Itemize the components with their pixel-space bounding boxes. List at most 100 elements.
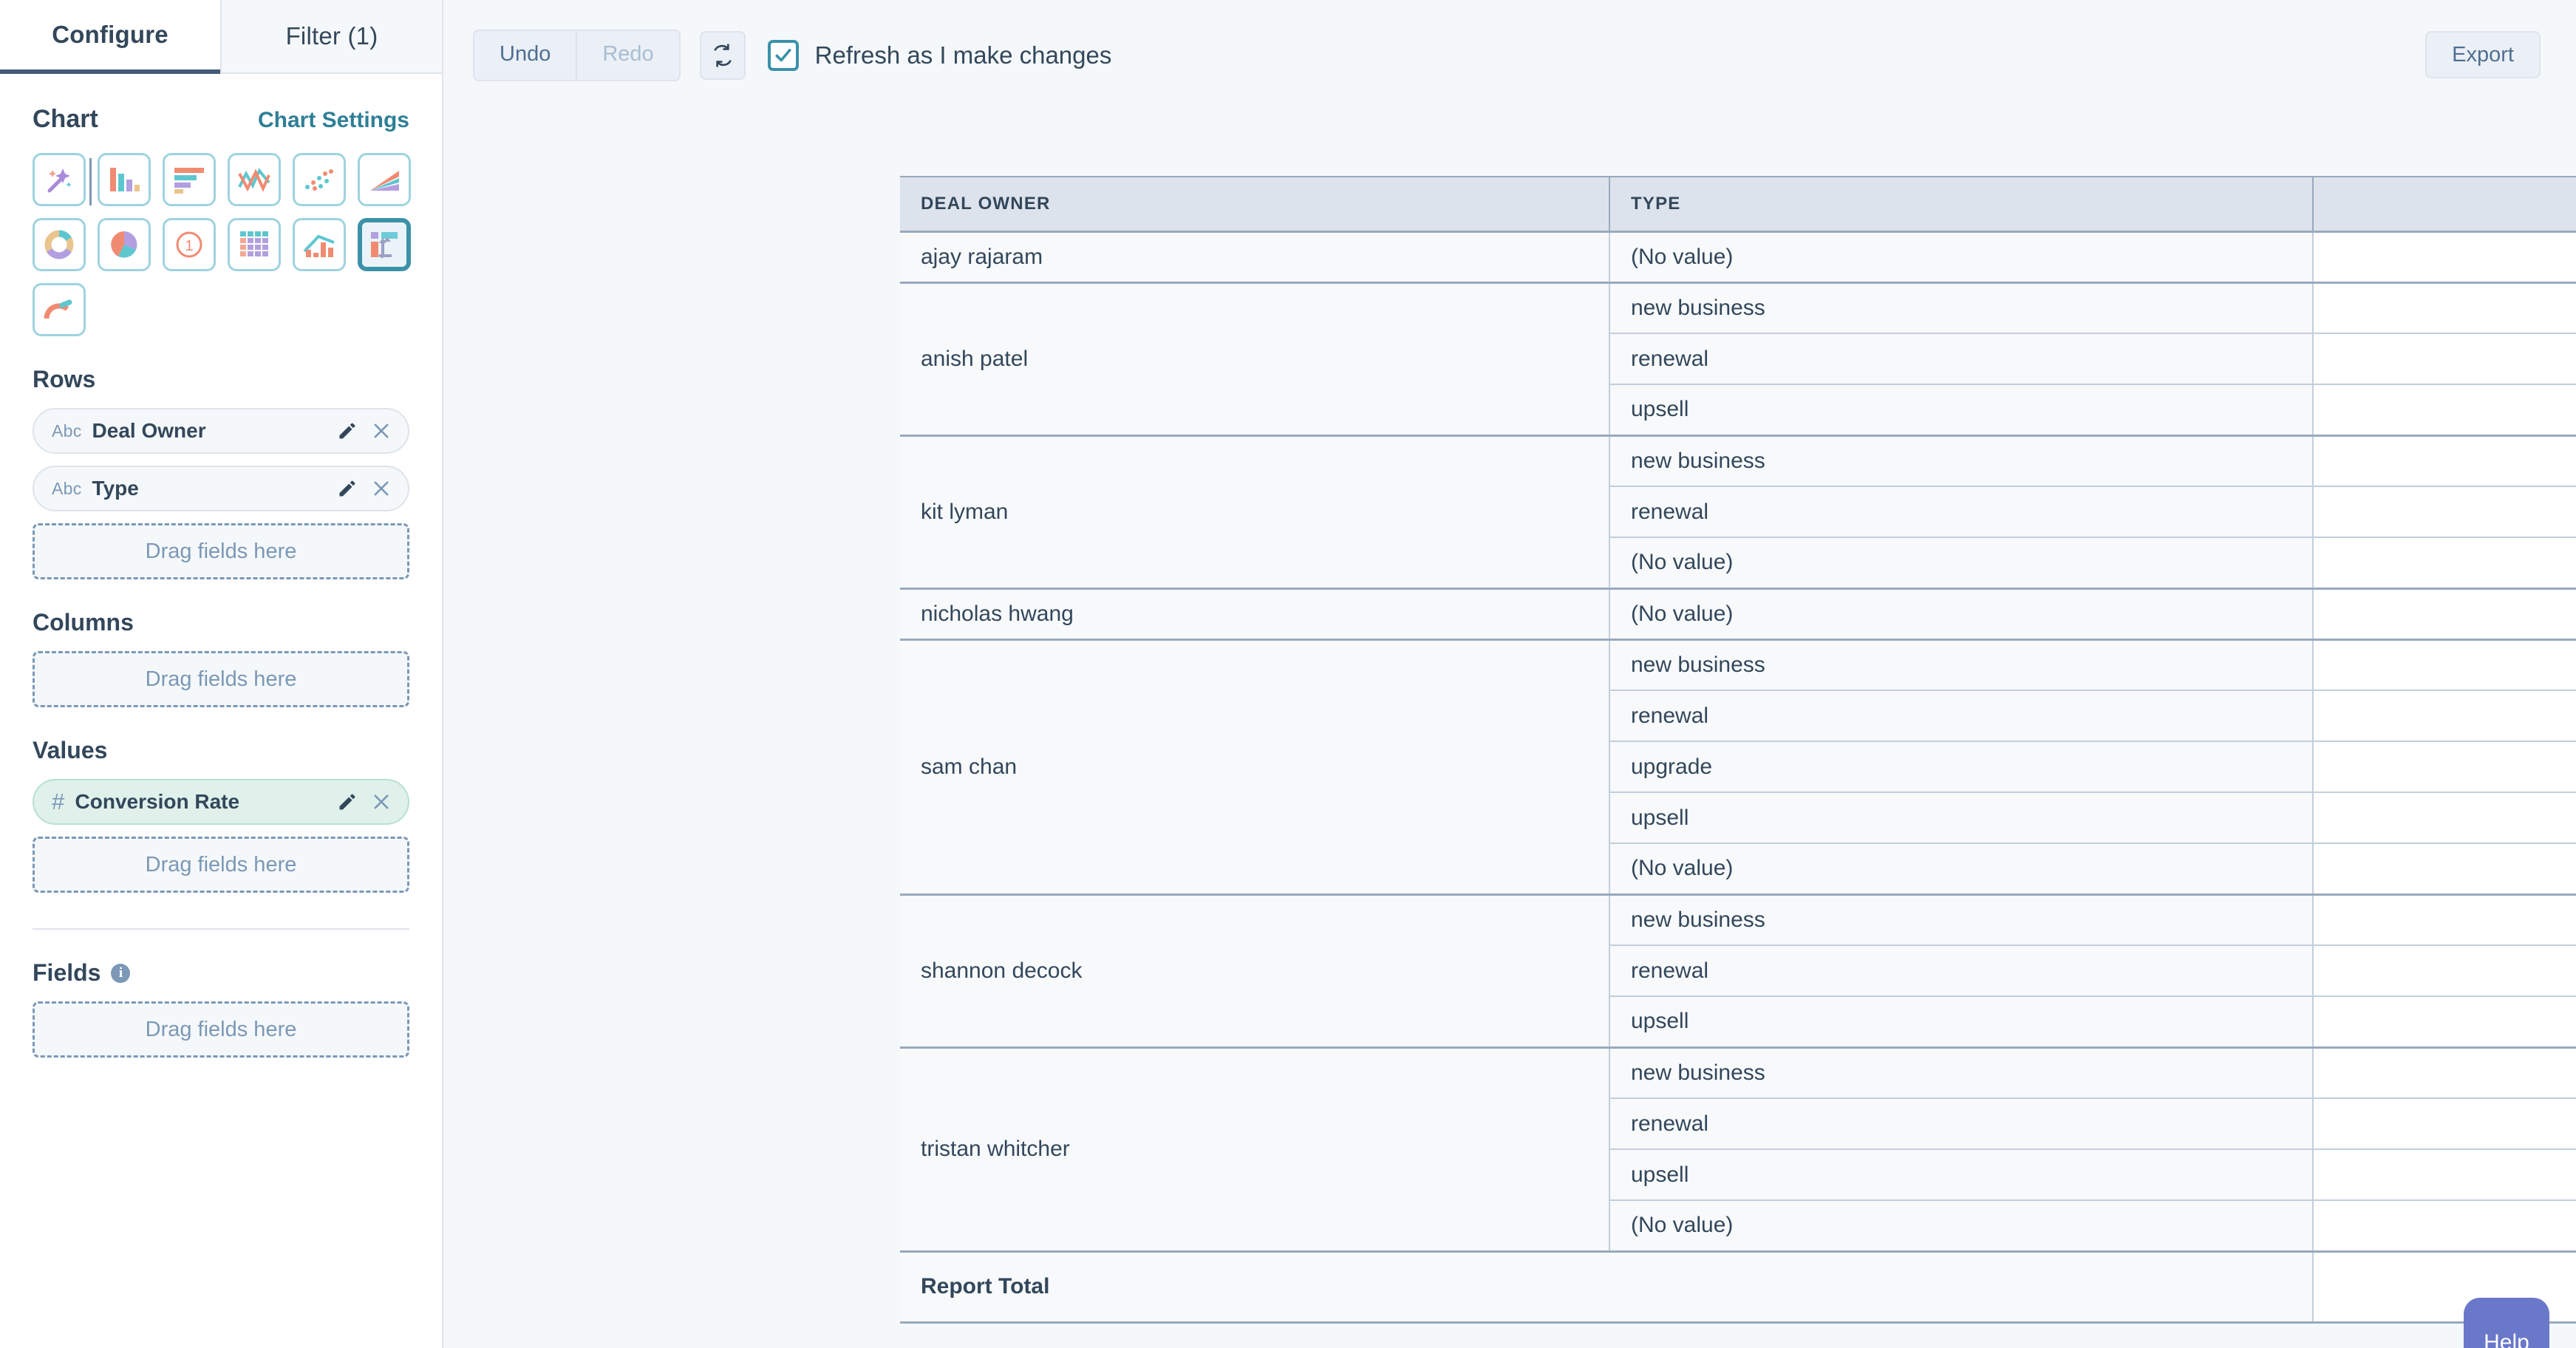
- report-builder-app: Configure Filter (1) Chart Chart Setting…: [0, 0, 2576, 1348]
- remove-icon[interactable]: [371, 792, 392, 812]
- column-header-deal-owner[interactable]: DEAL OWNER: [900, 176, 1610, 232]
- edit-icon[interactable]: [337, 421, 358, 441]
- cell-type: (No value): [1609, 1200, 2314, 1252]
- cell-conversion-rate: 0%: [2313, 434, 2576, 487]
- cell-deal-owner: tristan whitcher: [900, 1046, 1610, 1252]
- table-row[interactable]: sam channew business26%: [900, 638, 2576, 895]
- magic-wand-icon[interactable]: [33, 153, 92, 206]
- cell-conversion-rate: 17%: [2313, 384, 2576, 436]
- cell-type: renewal: [1609, 486, 2314, 538]
- scatter-chart-icon[interactable]: [293, 153, 346, 206]
- cell-conversion-rate: 0%: [2313, 587, 2576, 640]
- configure-panel: Chart Chart Settings 1 Rows Abc Deal Own…: [0, 74, 442, 1058]
- values-chip-conversion-rate[interactable]: # Conversion Rate: [33, 779, 409, 825]
- cell-conversion-rate: 0%: [2313, 945, 2576, 997]
- cell-conversion-rate: 0%: [2313, 1200, 2576, 1252]
- cell-conversion-rate: 0%: [2313, 893, 2576, 946]
- help-button[interactable]: Help: [2464, 1298, 2549, 1348]
- area-chart-icon[interactable]: [358, 153, 411, 206]
- refresh-on-change-label: Refresh as I make changes: [814, 41, 1112, 69]
- vertical-bar-chart-icon[interactable]: [98, 153, 151, 206]
- info-icon[interactable]: i: [111, 963, 131, 983]
- configure-sidebar: Configure Filter (1) Chart Chart Setting…: [0, 0, 443, 1348]
- field-type-label: #: [52, 789, 65, 814]
- single-value-icon[interactable]: 1: [163, 218, 216, 271]
- cell-type: upsell: [1609, 1149, 2314, 1201]
- columns-dropzone-label: Drag fields here: [145, 667, 297, 691]
- cell-conversion-rate: 14%: [2313, 333, 2576, 385]
- gauge-chart-icon[interactable]: [33, 283, 86, 336]
- pivot-table: DEAL OWNER TYPE CONVERSION RATE ajay raj…: [900, 176, 2576, 1324]
- cell-type: renewal: [1609, 690, 2314, 742]
- table-row[interactable]: kit lymannew business0%: [900, 434, 2576, 589]
- tab-configure[interactable]: Configure: [0, 0, 220, 74]
- cell-type: renewal: [1609, 333, 2314, 385]
- field-name-label: Type: [92, 477, 139, 500]
- column-header-conversion-rate[interactable]: CONVERSION RATE: [2313, 176, 2576, 232]
- section-divider: [33, 928, 409, 930]
- rows-chip-type[interactable]: Abc Type: [33, 466, 409, 511]
- table-row[interactable]: anish patelnew business37%: [900, 281, 2576, 436]
- horizontal-bar-chart-icon[interactable]: [163, 153, 216, 206]
- checkbox-icon[interactable]: [767, 40, 799, 71]
- undo-redo-group: Undo Redo: [473, 30, 681, 81]
- cell-conversion-rate: 26%: [2313, 638, 2576, 691]
- values-dropzone[interactable]: Drag fields here: [33, 837, 409, 893]
- column-header-type[interactable]: TYPE: [1609, 176, 2314, 232]
- edit-icon[interactable]: [337, 792, 358, 812]
- rows-section-title: Rows: [33, 366, 96, 392]
- pivot-table-icon[interactable]: [358, 218, 411, 271]
- donut-chart-icon[interactable]: [33, 218, 86, 271]
- undo-button[interactable]: Undo: [474, 31, 576, 80]
- cell-type: (No value): [1609, 537, 2314, 589]
- cell-type: new business: [1609, 638, 2314, 691]
- svg-text:1: 1: [185, 238, 193, 254]
- pie-chart-icon[interactable]: [98, 218, 151, 271]
- fields-dropzone[interactable]: Drag fields here: [33, 1001, 409, 1058]
- values-section-title: Values: [33, 737, 108, 763]
- table-row[interactable]: nicholas hwang(No value)0%: [900, 587, 2576, 640]
- refresh-icon[interactable]: [699, 31, 746, 80]
- chart-settings-link[interactable]: Chart Settings: [258, 108, 409, 133]
- columns-section-title: Columns: [33, 609, 134, 636]
- cell-type: renewal: [1609, 945, 2314, 997]
- rows-chip-deal-owner[interactable]: Abc Deal Owner: [33, 408, 409, 454]
- table-row[interactable]: shannon decocknew business0%: [900, 893, 2576, 1048]
- combo-chart-icon[interactable]: [293, 218, 346, 271]
- fields-section-header: Fields i: [33, 959, 409, 987]
- remove-icon[interactable]: [371, 478, 392, 499]
- cell-type: renewal: [1609, 1098, 2314, 1150]
- cell-conversion-rate: 17%: [2313, 690, 2576, 742]
- cell-type: upsell: [1609, 384, 2314, 436]
- report-total-label: Report Total: [900, 1250, 2314, 1324]
- chart-type-picker: 1: [33, 153, 424, 336]
- cell-type: upsell: [1609, 792, 2314, 844]
- table-row[interactable]: ajay rajaram(No value)0%: [900, 230, 2576, 283]
- table-grid-icon[interactable]: [228, 218, 281, 271]
- cell-type: upgrade: [1609, 741, 2314, 793]
- columns-dropzone[interactable]: Drag fields here: [33, 651, 409, 707]
- rows-dropzone-label: Drag fields here: [145, 539, 297, 563]
- cell-deal-owner: sam chan: [900, 638, 1610, 895]
- remove-icon[interactable]: [371, 421, 392, 441]
- pivot-table-body: ajay rajaram(No value)0%anish patelnew b…: [900, 230, 2576, 1324]
- tab-filter-label: Filter (1): [285, 22, 378, 50]
- chart-section-header: Chart Chart Settings: [33, 105, 409, 134]
- report-main: Undo Redo Refresh as I make changes Expo…: [443, 0, 2576, 1348]
- help-button-label: Help: [2484, 1330, 2529, 1348]
- line-chart-icon[interactable]: [228, 153, 281, 206]
- cell-deal-owner: kit lyman: [900, 434, 1610, 589]
- redo-button[interactable]: Redo: [576, 31, 679, 80]
- field-type-label: Abc: [52, 421, 82, 440]
- edit-icon[interactable]: [337, 478, 358, 499]
- rows-dropzone[interactable]: Drag fields here: [33, 523, 409, 579]
- table-row[interactable]: tristan whitchernew business43%: [900, 1046, 2576, 1252]
- cell-conversion-rate: 0%: [2313, 230, 2576, 283]
- export-button[interactable]: Export: [2425, 31, 2541, 78]
- refresh-on-change-toggle[interactable]: Refresh as I make changes: [767, 40, 1112, 71]
- sidebar-tabs: Configure Filter (1): [0, 0, 442, 74]
- cell-deal-owner: anish patel: [900, 281, 1610, 436]
- table-header-row: DEAL OWNER TYPE CONVERSION RATE: [900, 176, 2576, 232]
- tab-filter[interactable]: Filter (1): [220, 0, 442, 74]
- pivot-table-container[interactable]: DEAL OWNER TYPE CONVERSION RATE ajay raj…: [900, 176, 2576, 1348]
